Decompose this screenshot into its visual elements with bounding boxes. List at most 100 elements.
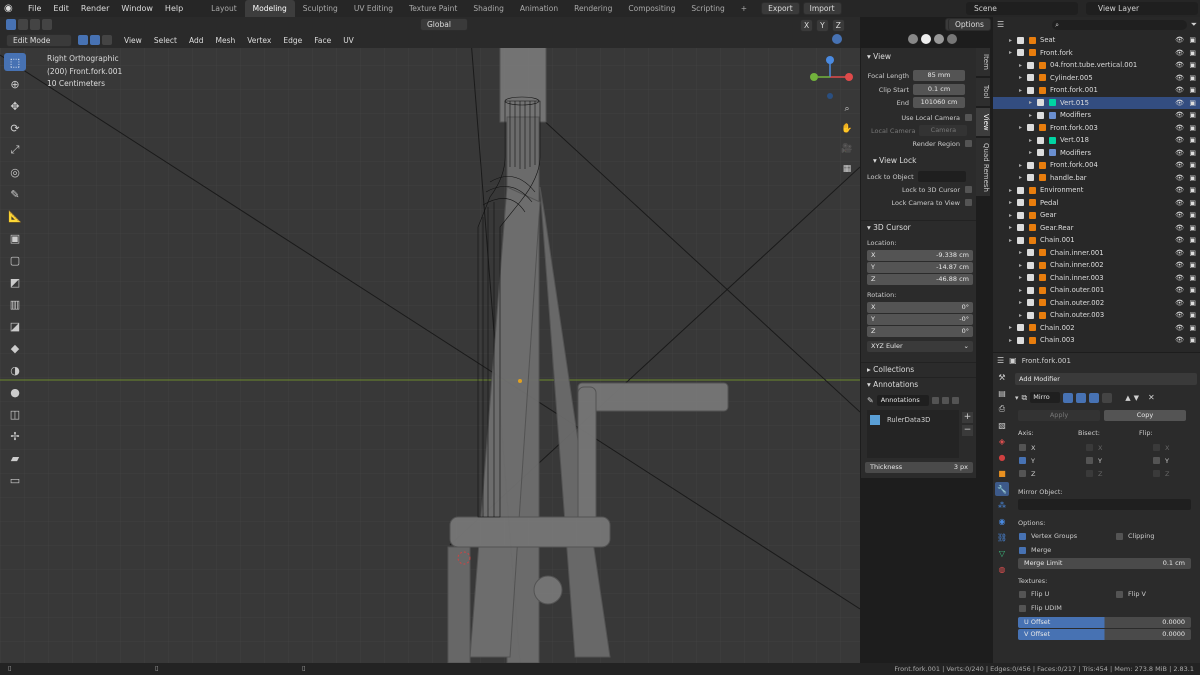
exclude-checkbox[interactable] xyxy=(1037,149,1044,157)
flip-x-checkbox[interactable] xyxy=(1153,444,1160,451)
exclude-checkbox[interactable] xyxy=(1027,286,1034,294)
move-tool-icon[interactable]: ✥ xyxy=(4,97,26,115)
cursor-x-field[interactable]: X -9.338 cm xyxy=(867,250,973,261)
mirror-object-field[interactable] xyxy=(1018,499,1191,510)
pan-hand-icon[interactable]: ✋ xyxy=(840,124,854,138)
outliner-row[interactable]: ▸ Chain.002 👁 ▣ xyxy=(993,322,1200,335)
tab-modeling[interactable]: Modeling xyxy=(244,0,295,17)
export-button[interactable]: Export xyxy=(761,2,800,15)
render-icon[interactable] xyxy=(1102,392,1113,403)
lock-3d-cursor-checkbox[interactable] xyxy=(965,186,972,193)
new-annotation-icon[interactable] xyxy=(941,397,949,404)
knife-tool-icon[interactable]: ◪ xyxy=(4,317,26,335)
visibility-eye-icon[interactable]: 👁 xyxy=(1175,61,1184,69)
expand-arrow-icon[interactable]: ▸ xyxy=(1029,149,1037,156)
exclude-checkbox[interactable] xyxy=(1037,99,1044,107)
view-section-header[interactable]: ▾ View xyxy=(861,50,976,63)
view-layer-selector[interactable]: View Layer xyxy=(1086,2,1198,15)
remove-layer-button[interactable]: − xyxy=(962,425,973,436)
y-axis-toggle[interactable]: Y xyxy=(816,19,829,32)
tab-compositing[interactable]: Compositing xyxy=(620,0,683,17)
render-camera-icon[interactable]: ▣ xyxy=(1189,211,1196,219)
object-tab-icon[interactable]: ■ xyxy=(995,466,1009,480)
exclude-checkbox[interactable] xyxy=(1027,261,1034,269)
render-camera-icon[interactable]: ▣ xyxy=(1189,111,1196,119)
exclude-checkbox[interactable] xyxy=(1027,274,1034,282)
edge-slide-tool-icon[interactable]: ◫ xyxy=(4,405,26,423)
expand-arrow-icon[interactable]: ▸ xyxy=(1009,49,1017,56)
loop-cut-tool-icon[interactable]: ▥ xyxy=(4,295,26,313)
expand-arrow-icon[interactable]: ▸ xyxy=(1009,224,1017,231)
expand-arrow-icon[interactable]: ▸ xyxy=(1019,62,1027,69)
z-axis-toggle[interactable]: Z xyxy=(831,19,845,32)
exclude-checkbox[interactable] xyxy=(1017,49,1024,57)
expand-arrow-icon[interactable]: ▸ xyxy=(1019,162,1027,169)
blender-logo-icon[interactable]: ◉ xyxy=(4,3,22,14)
tab-shading[interactable]: Shading xyxy=(465,0,511,17)
material-shading-icon[interactable] xyxy=(934,34,944,44)
shrink-tool-icon[interactable]: ✢ xyxy=(4,427,26,445)
editmode-icon[interactable] xyxy=(1076,392,1087,403)
visibility-eye-icon[interactable]: 👁 xyxy=(1175,261,1184,269)
outliner-row[interactable]: ▸ Chain.inner.002 👁 ▣ xyxy=(993,259,1200,272)
x-axis-toggle[interactable]: X xyxy=(800,19,814,32)
render-camera-icon[interactable]: ▣ xyxy=(1189,199,1196,207)
box-select-icon[interactable] xyxy=(6,19,16,30)
3d-cursor-header[interactable]: ▾ 3D Cursor xyxy=(861,220,976,233)
exclude-checkbox[interactable] xyxy=(1017,224,1024,232)
cursor-y-field[interactable]: Y -14.87 cm xyxy=(867,262,973,273)
render-camera-icon[interactable]: ▣ xyxy=(1189,124,1196,132)
shear-tool-icon[interactable]: ▰ xyxy=(4,449,26,467)
view-lock-header[interactable]: ▾ View Lock xyxy=(861,154,976,167)
render-camera-icon[interactable]: ▣ xyxy=(1189,36,1196,44)
render-camera-icon[interactable]: ▣ xyxy=(1189,261,1196,269)
vertex-select-icon[interactable] xyxy=(78,35,88,45)
outliner-row[interactable]: ▸ Front.fork.003 👁 ▣ xyxy=(993,122,1200,135)
outliner-row[interactable]: ▸ Environment 👁 ▣ xyxy=(993,184,1200,197)
render-region-checkbox[interactable] xyxy=(965,140,972,147)
tab-layout[interactable]: Layout xyxy=(203,0,245,17)
annotations-header[interactable]: ▾ Annotations xyxy=(861,377,976,390)
axis-y-checkbox[interactable] xyxy=(1019,457,1026,464)
bisect-z-checkbox[interactable] xyxy=(1086,470,1093,477)
visibility-eye-icon[interactable]: 👁 xyxy=(1175,111,1184,119)
menu-mesh[interactable]: Mesh xyxy=(209,36,241,45)
bisect-x-checkbox[interactable] xyxy=(1086,444,1093,451)
flip-y-checkbox[interactable] xyxy=(1153,457,1160,464)
copy-button[interactable]: Copy xyxy=(1104,410,1186,421)
mode-set-icon[interactable] xyxy=(18,19,28,30)
render-camera-icon[interactable]: ▣ xyxy=(1189,86,1196,94)
clipping-checkbox[interactable] xyxy=(1116,532,1123,540)
menu-edit[interactable]: Edit xyxy=(47,4,75,13)
menu-edge[interactable]: Edge xyxy=(277,36,308,45)
apply-button[interactable]: Apply xyxy=(1018,410,1100,421)
render-camera-icon[interactable]: ▣ xyxy=(1189,174,1196,182)
3d-viewport[interactable] xyxy=(0,17,860,663)
exclude-checkbox[interactable] xyxy=(1027,311,1034,319)
visibility-eye-icon[interactable]: 👁 xyxy=(1175,236,1184,244)
visibility-eye-icon[interactable]: 👁 xyxy=(1175,286,1184,294)
render-camera-icon[interactable]: ▣ xyxy=(1189,336,1196,344)
outliner-row[interactable]: ▸ Chain.outer.002 👁 ▣ xyxy=(993,297,1200,310)
cursor-tool-icon[interactable]: ⊕ xyxy=(4,75,26,93)
visibility-eye-icon[interactable]: 👁 xyxy=(1175,311,1184,319)
local-camera-field[interactable]: Camera xyxy=(919,125,968,136)
outliner-row[interactable]: ▸ Front.fork 👁 ▣ xyxy=(993,47,1200,60)
options-menu[interactable]: Options xyxy=(948,18,991,31)
outliner-row[interactable]: ▸ Seat 👁 ▣ xyxy=(993,34,1200,47)
tab-quad-remesh[interactable]: Quad Remesh xyxy=(976,138,990,196)
outliner-row[interactable]: ▸ Front.fork.004 👁 ▣ xyxy=(993,159,1200,172)
expand-arrow-icon[interactable]: ▸ xyxy=(1019,299,1027,306)
outliner-row[interactable]: ▸ Chain.001 👁 ▣ xyxy=(993,234,1200,247)
overlay-toggle-icon[interactable] xyxy=(832,34,842,44)
rotation-mode-dropdown[interactable]: XYZ Euler ⌄ xyxy=(867,341,973,352)
exclude-checkbox[interactable] xyxy=(1017,36,1024,44)
render-camera-icon[interactable]: ▣ xyxy=(1189,311,1196,319)
visibility-eye-icon[interactable]: 👁 xyxy=(1175,74,1184,82)
outliner-row[interactable]: ▸ Gear 👁 ▣ xyxy=(993,209,1200,222)
expand-arrow-icon[interactable]: ▸ xyxy=(1019,274,1027,281)
annotate-tool-icon[interactable]: ✎ xyxy=(4,185,26,203)
scene-selector[interactable]: Scene xyxy=(966,2,1078,15)
ortho-grid-icon[interactable]: ▦ xyxy=(840,164,854,178)
tab-texture-paint[interactable]: Texture Paint xyxy=(401,0,465,17)
